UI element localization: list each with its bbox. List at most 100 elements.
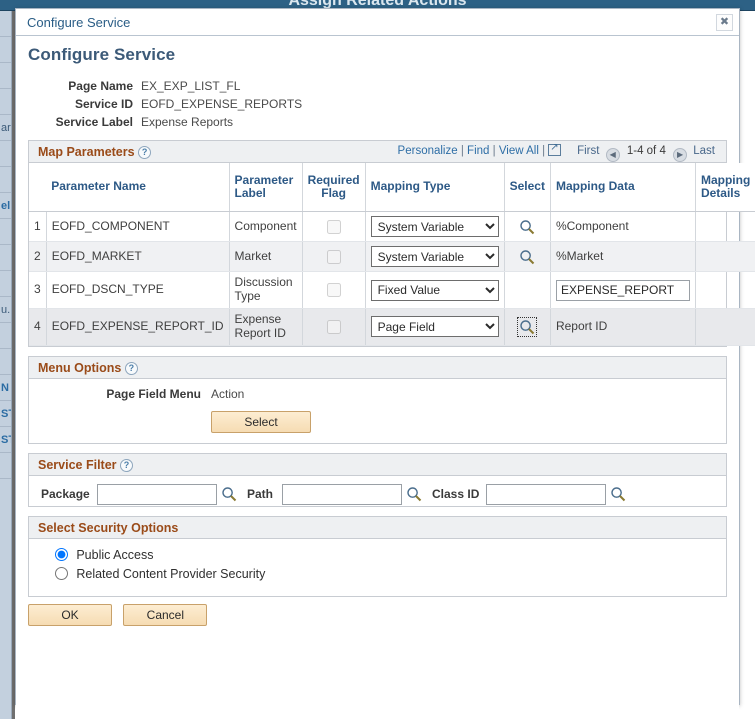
ok-button[interactable]: OK (28, 603, 112, 626)
page-name-value: EX_EXP_LIST_FL (141, 79, 241, 93)
background-strip-row (0, 271, 11, 297)
cell-required-flag (302, 271, 366, 309)
map-parameters-title-wrap: Map Parameters ? (38, 145, 152, 160)
class-id-input[interactable] (486, 483, 606, 505)
mapping-type-select[interactable]: System Variable (370, 246, 499, 268)
service-id-value: EOFD_EXPENSE_REPORTS (141, 97, 303, 111)
related-content-provider-security-radio[interactable] (55, 566, 68, 580)
info-row-page-name: Page Name EX_EXP_LIST_FL (16, 77, 302, 95)
column-header-select: Select (504, 163, 551, 213)
mapping-data-input[interactable] (555, 279, 690, 301)
security-options-body: Public Access Related Content Provider S… (29, 539, 726, 596)
mapping-type-select[interactable]: System Variable (370, 216, 499, 238)
configure-service-dialog: Configure Service ✖ Configure Service Pa… (15, 8, 755, 714)
package-label: Package (41, 486, 90, 501)
cell-mapping-data: %Market (550, 241, 696, 273)
previous-page-icon[interactable]: ◀ (605, 148, 620, 162)
help-icon[interactable]: ? (120, 458, 133, 472)
path-lookup-icon[interactable] (406, 486, 422, 505)
column-header-parameter-label: Parameter Label (229, 163, 303, 213)
help-icon[interactable]: ? (138, 146, 152, 160)
cell-required-flag (302, 308, 366, 346)
find-link[interactable]: Find (467, 145, 489, 157)
close-icon[interactable]: ✖ (716, 14, 733, 31)
mapping-type-select[interactable]: Fixed Value (370, 279, 499, 301)
background-strip-row (0, 349, 11, 375)
package-lookup-icon[interactable] (221, 486, 237, 505)
nav-separator: | (492, 145, 496, 157)
service-info-fields: Page Name EX_EXP_LIST_FL Service ID EOFD… (16, 77, 303, 131)
menu-options-header: Menu Options ? (29, 356, 726, 379)
grid-navigation: Personalize | Find | View All | First ◀ … (398, 142, 718, 162)
page-field-menu-row: Page Field Menu Action (29, 387, 726, 405)
mapping-type-select[interactable]: Page Field (370, 316, 499, 338)
required-flag-checkbox (326, 319, 341, 334)
row-number: 2 (29, 241, 47, 273)
table-row[interactable]: 2 EOFD_MARKET Market System Variable %Ma… (29, 241, 755, 273)
page-title: Configure Service (28, 45, 176, 64)
first-page-label[interactable]: First (577, 145, 599, 157)
lookup-icon[interactable] (517, 316, 538, 337)
lookup-icon[interactable] (519, 249, 535, 265)
class-id-lookup-icon[interactable] (610, 486, 626, 505)
background-strip-row: ST (0, 427, 11, 453)
table-row[interactable]: 1 EOFD_COMPONENT Component System Variab… (29, 211, 755, 243)
security-options-title: Select Security Options (38, 520, 179, 535)
cell-mapping-type: Fixed Value (365, 271, 505, 309)
service-filter-title-wrap: Service Filter ? (38, 458, 133, 472)
security-option-provider-security[interactable]: Related Content Provider Security (55, 566, 726, 581)
security-options-section: Select Security Options Public Access Re… (28, 515, 727, 597)
cell-parameter-name: EOFD_DSCN_TYPE (46, 271, 230, 309)
cell-select (504, 271, 551, 309)
package-input[interactable] (97, 483, 217, 505)
info-row-service-id: Service ID EOFD_EXPENSE_REPORTS (16, 95, 302, 113)
security-option-public-access[interactable]: Public Access (55, 547, 726, 562)
cell-mapping-details (695, 308, 755, 346)
cancel-button[interactable]: Cancel (123, 603, 208, 626)
background-strip-row (0, 245, 11, 271)
service-filter-header: Service Filter ? (29, 453, 726, 476)
nav-separator: | (542, 145, 546, 157)
menu-options-section: Menu Options ? Page Field Menu Action Se… (28, 355, 727, 444)
page-field-menu-select-wrap: Select (211, 410, 726, 433)
cell-parameter-name: EOFD_MARKET (46, 241, 230, 273)
view-all-link[interactable]: View All (499, 145, 539, 157)
path-label: Path (247, 486, 274, 501)
background-strip-row (0, 167, 11, 193)
service-filter-body: Package Path Class ID (29, 476, 726, 506)
background-strip-row: ST (0, 401, 11, 427)
required-flag-checkbox (326, 283, 341, 298)
lookup-icon[interactable] (519, 219, 535, 235)
required-flag-checkbox (326, 249, 341, 264)
cell-mapping-details (695, 211, 755, 243)
page-field-menu-label: Page Field Menu (106, 386, 201, 401)
cell-mapping-details (695, 271, 755, 309)
dialog-titlebar-label: Configure Service (27, 15, 131, 30)
map-parameters-section: Map Parameters ? Personalize | Find | Vi… (28, 140, 755, 347)
table-row[interactable]: 4 EOFD_EXPENSE_REPORT_ID Expense Report … (29, 308, 755, 346)
personalize-link[interactable]: Personalize (398, 145, 458, 157)
dialog-footer: OK Cancel (28, 603, 739, 626)
map-parameters-table: Parameter Name Parameter Label Required … (29, 163, 755, 346)
select-button[interactable]: Select (211, 410, 311, 433)
related-content-provider-security-label[interactable]: Related Content Provider Security (76, 567, 265, 581)
service-filter-title: Service Filter (38, 457, 117, 472)
background-strip-row (0, 37, 11, 63)
last-page-label[interactable]: Last (693, 145, 715, 157)
map-parameters-title: Map Parameters (38, 145, 135, 159)
public-access-label[interactable]: Public Access (76, 548, 153, 562)
menu-options-body: Page Field Menu Action Select (29, 379, 726, 443)
public-access-radio[interactable] (55, 547, 68, 561)
next-page-icon[interactable]: ▶ (673, 148, 688, 162)
cell-mapping-type: Page Field (365, 308, 505, 346)
row-count-label: 1-4 of 4 (626, 145, 666, 157)
background-strip-row: u. (0, 297, 11, 323)
cell-parameter-label: Market (229, 241, 303, 273)
expand-grid-icon[interactable] (548, 142, 562, 156)
table-row[interactable]: 3 EOFD_DSCN_TYPE Discussion Type Fixed V… (29, 271, 755, 309)
help-icon[interactable]: ? (124, 361, 138, 375)
background-strip-row: N (0, 375, 11, 401)
menu-options-title: Menu Options (38, 360, 122, 375)
path-input[interactable] (282, 483, 402, 505)
background-left-strip: ar el u. N ST ST (0, 11, 12, 719)
